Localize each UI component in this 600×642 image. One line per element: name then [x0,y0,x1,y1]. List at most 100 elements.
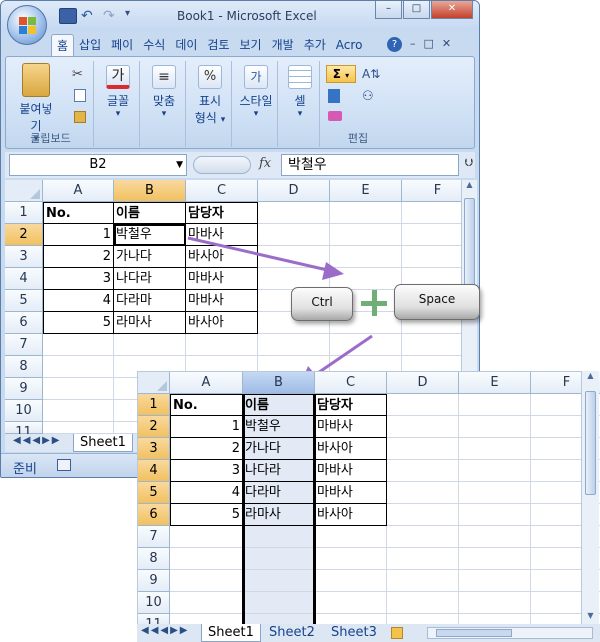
row-header-10[interactable]: 10 [138,592,170,614]
empty-cell[interactable] [459,592,531,614]
tab-home[interactable]: 홈 [51,34,75,56]
ribbon-restore-icon[interactable]: □ [424,37,434,52]
tab-page-layout[interactable]: 페이 [106,34,138,56]
sheet-nav-arrows[interactable]: ◀◀◀▶▶ [13,435,61,446]
empty-cell[interactable] [387,438,459,460]
row-header-10[interactable]: 10 [5,400,43,422]
row-header-8[interactable]: 8 [5,356,43,378]
cut-icon[interactable]: ✂ [72,67,83,82]
table-cell[interactable]: 이름 [243,394,315,416]
close-button[interactable]: ✕ [431,1,473,19]
empty-cell[interactable] [114,334,186,356]
row-header-5[interactable]: 5 [138,482,170,504]
macro-record-icon[interactable] [57,459,71,471]
table-cell[interactable]: 5 [170,504,243,526]
empty-cell[interactable] [459,460,531,482]
empty-cell[interactable] [387,460,459,482]
column-header-d[interactable]: D [258,180,330,202]
find-icon[interactable]: ⚇ [362,89,374,104]
insert-sheet-icon[interactable] [391,627,403,639]
autosum-icon[interactable]: Σ ▾ [326,65,356,83]
row-header-4[interactable]: 4 [138,460,170,482]
table-cell[interactable]: 라마사 [243,504,315,526]
table-cell[interactable]: No. [170,394,243,416]
fill-icon[interactable] [328,89,340,103]
table-cell[interactable]: 4 [170,482,243,504]
tab-acrobat[interactable]: Acro [331,34,368,56]
empty-cell[interactable] [459,438,531,460]
table-cell[interactable]: 바사아 [315,438,387,460]
format-painter-icon[interactable] [74,111,86,123]
empty-cell[interactable] [43,400,114,422]
ribbon-close-icon[interactable]: ✕ [442,37,451,52]
tab-developer[interactable]: 개발 [267,34,299,56]
empty-cell[interactable] [459,416,531,438]
empty-cell[interactable] [459,570,531,592]
table-cell[interactable]: 나다라 [243,460,315,482]
empty-cell[interactable] [170,592,243,614]
result-vertical-scrollbar[interactable]: ▲ ▼ [581,371,599,625]
sheet-tab-sheet1[interactable]: Sheet1 [201,624,261,642]
sheet-nav-arrows[interactable]: ◀◀◀▶▶ [141,625,189,636]
row-header-9[interactable]: 9 [138,570,170,592]
table-cell[interactable]: 바사아 [186,246,258,268]
column-header-b[interactable]: B [243,372,315,394]
empty-cell[interactable] [330,202,402,224]
save-icon[interactable] [59,8,77,24]
empty-cell[interactable] [186,334,258,356]
table-cell[interactable]: 마바사 [315,460,387,482]
table-cell[interactable]: 4 [43,290,114,312]
table-cell[interactable]: 2 [170,438,243,460]
empty-cell[interactable] [387,416,459,438]
column-header-c[interactable]: C [186,180,258,202]
table-cell[interactable]: 담당자 [315,394,387,416]
column-header-e[interactable]: E [330,180,402,202]
empty-cell[interactable] [387,526,459,548]
tab-addins[interactable]: 추가 [299,34,331,56]
empty-cell[interactable] [315,526,387,548]
empty-cell[interactable] [330,334,402,356]
empty-cell[interactable] [43,422,114,434]
horizontal-scrollbar[interactable] [427,627,593,639]
empty-cell[interactable] [315,592,387,614]
row-header-7[interactable]: 7 [5,334,43,356]
qat-customize-icon[interactable]: ▾ [125,8,135,24]
copy-icon[interactable] [74,89,86,102]
table-cell[interactable]: 마바사 [186,290,258,312]
empty-cell[interactable] [459,504,531,526]
number-format-button[interactable]: % 표시 형식 ▾ [192,65,228,126]
empty-cell[interactable] [387,394,459,416]
empty-cell[interactable] [387,482,459,504]
scroll-thumb[interactable] [585,391,596,495]
name-box[interactable]: B2 ▼ [9,154,187,176]
row-header-11[interactable]: 11 [5,422,43,440]
tab-review[interactable]: 검토 [202,34,234,56]
row-header-8[interactable]: 8 [138,548,170,570]
empty-cell[interactable] [43,334,114,356]
select-all-corner[interactable] [138,372,170,394]
insert-function-button[interactable]: fx [259,156,271,171]
tab-formulas[interactable]: 수식 [138,34,170,56]
empty-cell[interactable] [387,548,459,570]
table-cell[interactable]: 이름 [114,202,186,224]
empty-cell[interactable] [258,246,330,268]
minimize-button[interactable]: – [375,1,402,19]
undo-icon[interactable]: ↶ [81,8,99,24]
empty-cell[interactable] [459,394,531,416]
table-cell[interactable]: 가나다 [243,438,315,460]
sheet-tab-sheet2[interactable]: Sheet2 [263,624,321,642]
table-cell[interactable]: 나다라 [114,268,186,290]
ribbon-minimize-icon[interactable]: – [410,37,416,52]
empty-cell[interactable] [243,548,315,570]
empty-cell[interactable] [258,202,330,224]
sheet-tab-sheet3[interactable]: Sheet3 [325,624,383,642]
empty-cell[interactable] [330,246,402,268]
sort-filter-icon[interactable]: A⇅ [362,67,380,81]
table-cell[interactable]: 3 [170,460,243,482]
row-header-6[interactable]: 6 [5,312,43,334]
column-header-d[interactable]: D [387,372,459,394]
table-cell[interactable]: 1 [43,224,114,246]
table-cell[interactable]: 마바사 [186,224,258,246]
select-all-corner[interactable] [5,180,43,202]
table-cell[interactable]: 바사아 [315,504,387,526]
